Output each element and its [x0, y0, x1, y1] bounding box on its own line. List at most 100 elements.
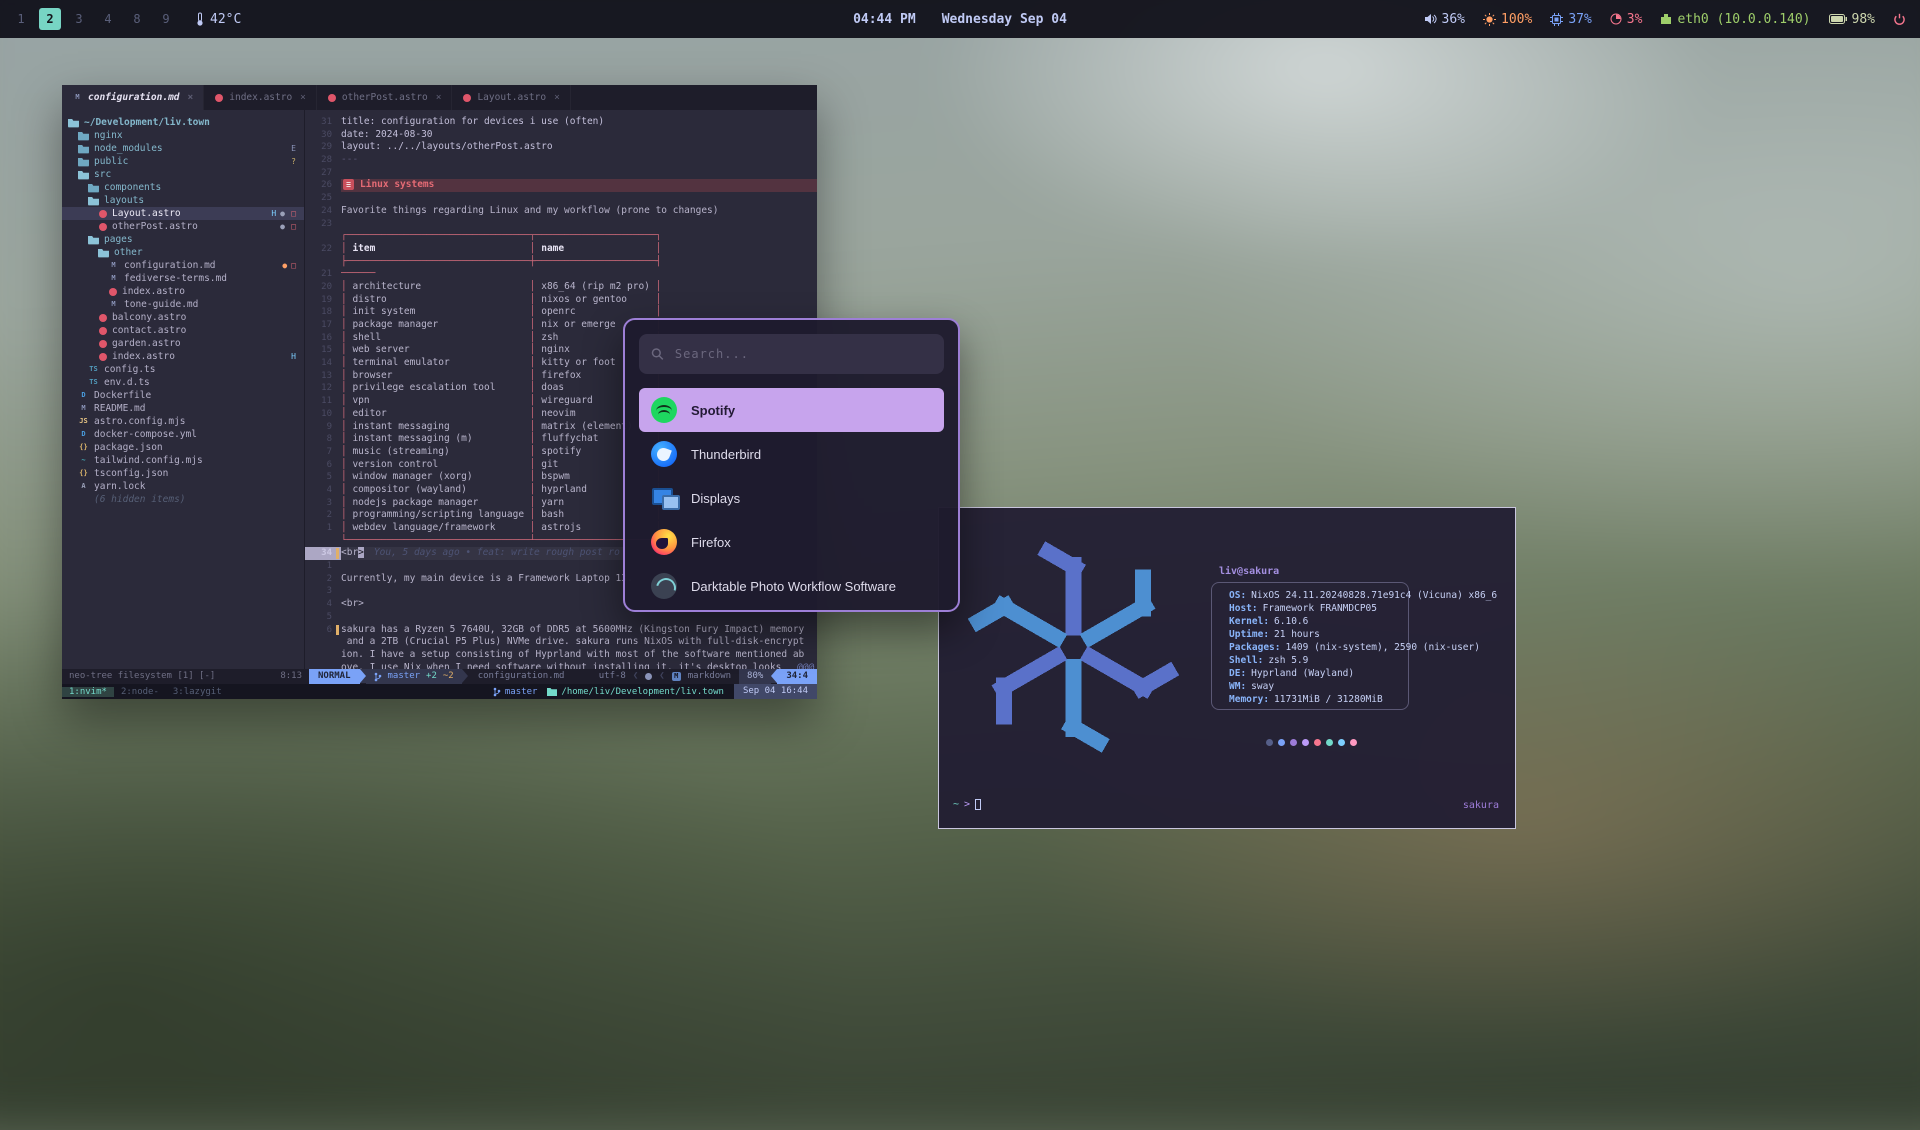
power-button[interactable]	[1893, 13, 1906, 26]
tree-item[interactable]: M configuration.md ●□	[62, 259, 304, 272]
tree-item[interactable]: M tone-guide.md	[62, 298, 304, 311]
file-name: other	[114, 247, 143, 258]
file-icon	[68, 117, 79, 128]
tree-item[interactable]: D docker-compose.yml	[62, 428, 304, 441]
tree-item[interactable]: Layout.astro H●□	[62, 207, 304, 220]
markdown-icon: M	[672, 672, 681, 681]
tree-item[interactable]: TS env.d.ts	[62, 376, 304, 389]
filetype-icon	[215, 94, 223, 102]
launcher-item[interactable]: Darktable Photo Workflow Software	[639, 564, 944, 608]
editor-tab[interactable]: Layout.astro ×	[452, 85, 570, 110]
fetch-palette	[1266, 739, 1357, 746]
file-icon	[98, 247, 109, 258]
tab-close-icon[interactable]: ×	[554, 92, 560, 103]
git-changed-count: ~2	[443, 669, 454, 684]
file-name: package.json	[94, 442, 163, 453]
shell-prompt[interactable]: ~ >	[953, 799, 981, 810]
tmux-window[interactable]: 1:nvim*	[62, 687, 114, 697]
tree-item[interactable]: nginx	[62, 129, 304, 142]
os-icon	[645, 673, 652, 680]
fetch-terminal-window: liv@sakura OS:NixOS 24.11.20240828.71e91…	[938, 507, 1516, 829]
tab-title: configuration.md	[88, 92, 180, 103]
search-input[interactable]	[673, 346, 932, 362]
tab-close-icon[interactable]: ×	[436, 92, 442, 103]
tree-item[interactable]: garden.astro	[62, 337, 304, 350]
tmux-window[interactable]: 2:node-	[114, 687, 166, 697]
file-name: contact.astro	[112, 325, 186, 336]
tab-close-icon[interactable]: ×	[188, 92, 194, 103]
file-icon: D	[78, 429, 89, 440]
buffer-line: ├────────────────────────────────┼──────…	[341, 256, 817, 269]
tmux-window[interactable]: 3:lazygit	[166, 687, 229, 697]
tree-item[interactable]: otherPost.astro ●□	[62, 220, 304, 233]
workspace-button[interactable]: 4	[97, 8, 119, 30]
file-icon	[99, 353, 107, 361]
tmux-statusbar: 1:nvim*2:node-3:lazygit master /home/liv…	[62, 684, 817, 699]
file-icon: M	[108, 299, 119, 310]
tree-item[interactable]: TS config.ts	[62, 363, 304, 376]
network-value: eth0 (10.0.0.140)	[1677, 12, 1810, 27]
workspace-button[interactable]: 9	[155, 8, 177, 30]
file-name: index.astro	[122, 286, 185, 297]
tree-item[interactable]: ~ tailwind.config.mjs	[62, 454, 304, 467]
clock-time: 04:44 PM	[853, 12, 916, 27]
tree-item[interactable]: contact.astro	[62, 324, 304, 337]
editor-tab[interactable]: index.astro ×	[204, 85, 317, 110]
line-number	[305, 636, 341, 649]
tree-item[interactable]: M fediverse-terms.md	[62, 272, 304, 285]
file-name: astro.config.mjs	[94, 416, 186, 427]
tree-item[interactable]: index.astro H	[62, 350, 304, 363]
launcher-item[interactable]: Thunderbird	[639, 432, 944, 476]
tree-item[interactable]: pages	[62, 233, 304, 246]
tree-item[interactable]: layouts	[62, 194, 304, 207]
workspace-button[interactable]: 2	[39, 8, 61, 30]
app-icon	[651, 485, 677, 511]
editor-tab[interactable]: otherPost.astro ×	[317, 85, 453, 110]
editor-tab[interactable]: M configuration.md ×	[62, 85, 204, 110]
file-name: tsconfig.json	[94, 468, 168, 479]
buffer-line	[341, 218, 817, 231]
workspace-button[interactable]: 3	[68, 8, 90, 30]
fetch-info-line: DE:Hyprland (Wayland)	[1229, 667, 1497, 680]
file-encoding: utf-8	[599, 669, 626, 684]
network-module[interactable]: eth0 (10.0.0.140)	[1660, 12, 1810, 27]
file-name: node_modules	[94, 143, 163, 154]
git-branch-name: master	[388, 669, 421, 684]
tree-item[interactable]: src	[62, 168, 304, 181]
tree-item[interactable]: other	[62, 246, 304, 259]
clock-date: Wednesday Sep 04	[942, 12, 1067, 27]
tree-item[interactable]: ~/Development/liv.town	[62, 116, 304, 129]
file-name: tone-guide.md	[124, 299, 198, 310]
line-number: 4	[305, 484, 341, 497]
launcher-item[interactable]: Displays	[639, 476, 944, 520]
tree-item[interactable]: D Dockerfile	[62, 389, 304, 402]
tree-item[interactable]: (6 hidden items)	[62, 493, 304, 506]
launcher-item[interactable]: Spotify	[639, 388, 944, 432]
tree-item[interactable]: {} package.json	[62, 441, 304, 454]
tree-item[interactable]: public ?	[62, 155, 304, 168]
file-name: public	[94, 156, 128, 167]
workspace-button[interactable]: 1	[10, 8, 32, 30]
palette-dot	[1290, 739, 1297, 746]
palette-dot	[1302, 739, 1309, 746]
palette-dot	[1326, 739, 1333, 746]
tree-item[interactable]: node_modules E	[62, 142, 304, 155]
tree-item[interactable]: JS astro.config.mjs	[62, 415, 304, 428]
workspace-button[interactable]: 8	[126, 8, 148, 30]
buffer-line: │ distro │ nixos or gentoo │	[341, 294, 817, 307]
filetype-icon	[463, 94, 471, 102]
tmux-right: master /home/liv/Development/liv.town Se…	[493, 684, 817, 699]
tree-item[interactable]: A yarn.lock	[62, 480, 304, 493]
line-number: 1	[305, 522, 341, 535]
git-badge: H	[271, 209, 276, 218]
tree-item[interactable]: {} tsconfig.json	[62, 467, 304, 480]
launcher-item[interactable]: Firefox	[639, 520, 944, 564]
tree-item[interactable]: components	[62, 181, 304, 194]
tree-item[interactable]: index.astro	[62, 285, 304, 298]
line-number: 14	[305, 357, 341, 370]
launcher-search[interactable]	[639, 334, 944, 374]
tree-item[interactable]: balcony.astro	[62, 311, 304, 324]
tab-close-icon[interactable]: ×	[300, 92, 306, 103]
tree-item[interactable]: M README.md	[62, 402, 304, 415]
volume-module[interactable]: 36%	[1424, 12, 1465, 27]
